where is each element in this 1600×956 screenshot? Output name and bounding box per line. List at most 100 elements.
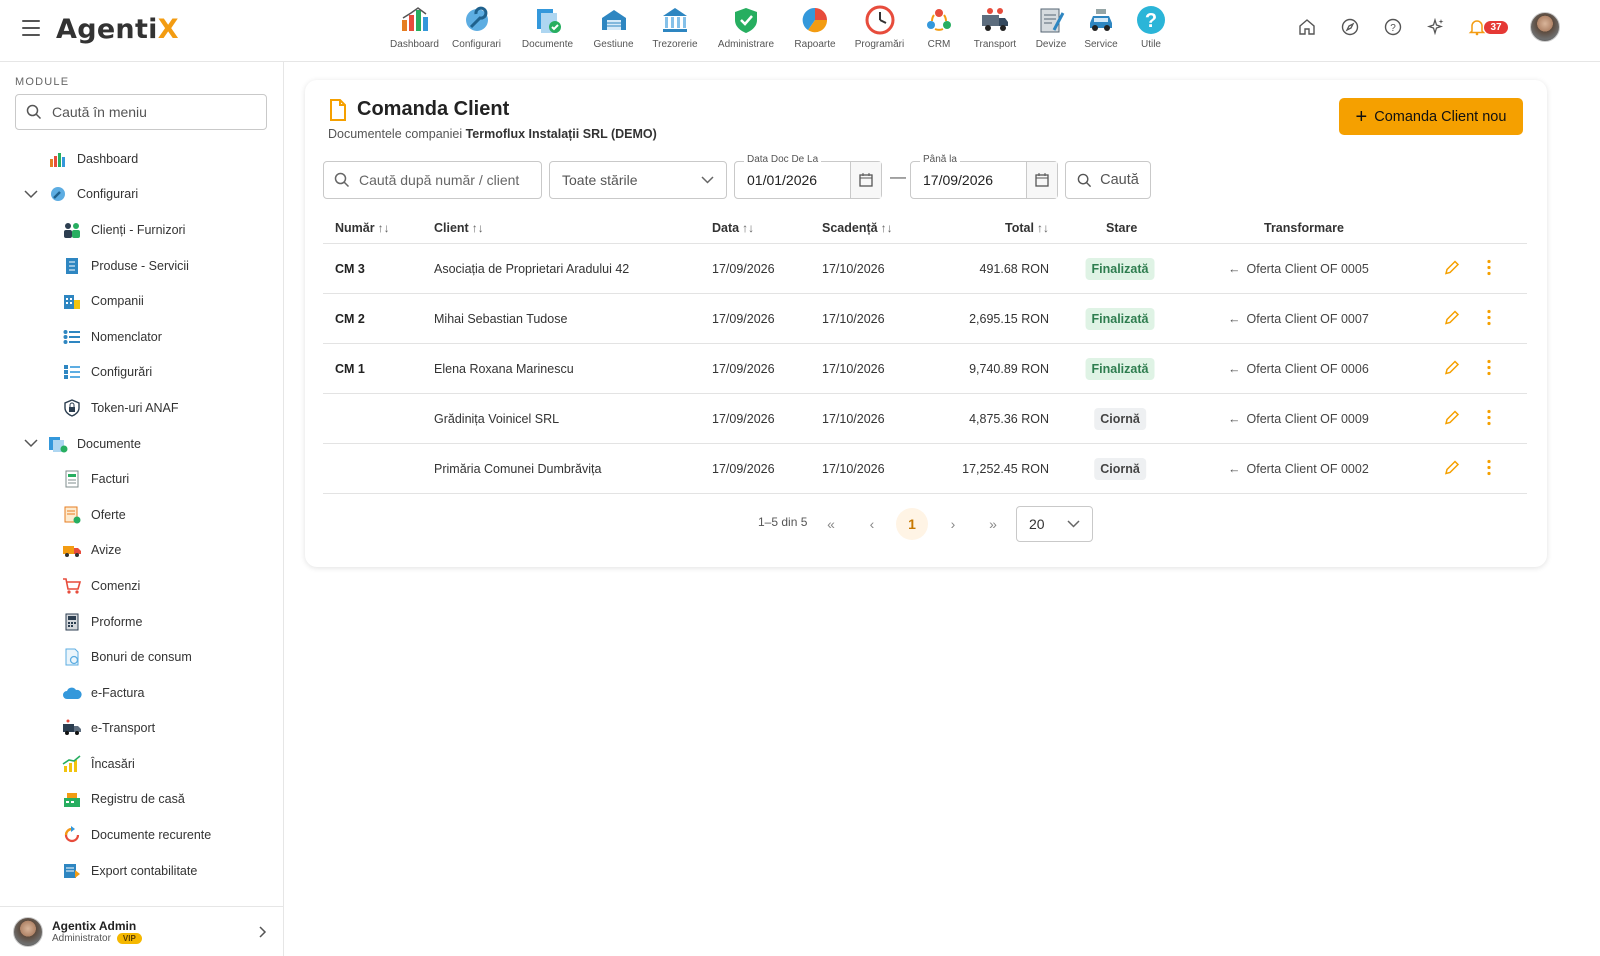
date-from-field[interactable]: Data Doc De La 01/01/2026 [734,154,882,199]
search-button-label: Caută [1100,172,1139,188]
nav-devize[interactable]: Devize [1027,4,1075,60]
sidebar-item-export-contabilitate[interactable]: Export contabilitate [0,853,284,889]
table-row[interactable]: CM 2 Mihai Sebastian Tudose 17/09/2026 17/1… [323,294,1527,344]
chevron-right-icon[interactable] [259,925,267,943]
table-row[interactable]: CM 3 Asociația de Proprietari Aradului 42… [323,244,1527,294]
col-client[interactable]: Client ↑↓ [434,221,484,235]
user-avatar-button[interactable] [1530,12,1560,42]
home-icon[interactable] [1292,12,1322,42]
edit-pencil-icon[interactable] [1444,459,1460,478]
row-transform-link[interactable]: ← Oferta Client OF 0009 [1228,412,1369,426]
sidebar-item-produse-servicii[interactable]: Produse - Servicii [0,248,284,284]
sidebar-item-proforme[interactable]: Proforme [0,604,284,640]
more-vertical-icon[interactable] [1487,309,1491,328]
col-number[interactable]: Număr ↑↓ [335,221,390,235]
nav-configurari[interactable]: Configurari [441,4,512,60]
status-select[interactable]: Toate stările [549,161,727,199]
nav-crm[interactable]: CRM [915,4,963,60]
sidebar-item-registru-de-casa[interactable]: Registru de casă [0,782,284,818]
table-row[interactable]: Grădinița Voinicel SRL 17/09/2026 17/10/20… [323,394,1527,444]
row-transform-link[interactable]: ← Oferta Client OF 0005 [1228,262,1369,276]
sidebar-item-comenzi[interactable]: Comenzi [0,568,284,604]
prev-page-icon[interactable]: ‹ [856,508,888,540]
next-page-icon[interactable]: › [937,508,969,540]
hamburger-menu-icon[interactable] [22,20,40,36]
sidebar-item-documente-recurente[interactable]: Documente recurente [0,817,284,853]
table-row[interactable]: Primăria Comunei Dumbrăvița 17/09/2026 17/… [323,444,1527,494]
calendar-icon[interactable] [1026,162,1057,198]
first-page-icon[interactable]: « [815,508,847,540]
nav-dashboard[interactable]: Dashboard [388,4,441,60]
nav-utile[interactable]: ? Utile [1127,4,1175,60]
notifications-button[interactable]: 37 [1464,12,1512,42]
nav-programari[interactable]: Programări [844,4,915,60]
notification-badge: 37 [1484,20,1508,34]
order-search-input[interactable] [359,172,529,188]
sidebar-item-avize[interactable]: Avize [0,533,284,569]
sidebar-item-oferte[interactable]: Oferte [0,497,284,533]
sidebar-item-e-transport[interactable]: e-Transport [0,711,284,747]
nav-administrare[interactable]: Administrare [706,4,786,60]
edit-pencil-icon[interactable] [1444,309,1460,328]
subtitle-prefix: Documentele companiei [328,127,466,141]
sidebar-item-facturi[interactable]: Facturi [0,461,284,497]
nav-service[interactable]: Service [1075,4,1127,60]
clock-icon [864,4,896,36]
sidebar-item-e-factura[interactable]: e-Factura [0,675,284,711]
edit-pencil-icon[interactable] [1444,359,1460,378]
sidebar-user-profile[interactable]: Agentix Admin Administrator VIP [0,906,284,956]
sidebar-search-input[interactable] [52,104,252,120]
col-transform: Transformare [1264,220,1344,235]
edit-pencil-icon[interactable] [1444,259,1460,278]
row-number: CM 1 [335,361,365,376]
nav-gestiune[interactable]: Gestiune [583,4,644,60]
sidebar-search[interactable] [15,94,267,130]
sidebar-item-bonuri-de-consum[interactable]: Bonuri de consum [0,639,284,675]
sidebar-item-configurari-sub[interactable]: Configurări [0,355,284,391]
new-client-order-button[interactable]: + Comanda Client nou [1339,98,1523,135]
search-button[interactable]: Caută [1065,161,1151,199]
table-row[interactable]: CM 1 Elena Roxana Marinescu 17/09/2026 17/1… [323,344,1527,394]
sidebar-item-companii[interactable]: Companii [0,283,284,319]
last-page-icon[interactable]: » [977,508,1009,540]
row-transform-link[interactable]: ← Oferta Client OF 0006 [1228,362,1369,376]
page-size-select[interactable]: 20 [1016,506,1093,542]
nav-rapoarte[interactable]: Rapoarte [786,4,844,60]
arrow-left-icon: ← [1228,311,1241,326]
transform-label: Oferta Client OF 0007 [1246,311,1369,326]
nav-documente[interactable]: Documente [512,4,583,60]
edit-pencil-icon[interactable] [1444,409,1460,428]
date-to-field[interactable]: Până la 17/09/2026 [910,154,1058,199]
row-client: Grădinița Voinicel SRL [434,411,560,426]
calendar-icon[interactable] [850,162,881,198]
nav-trezorerie[interactable]: Trezorerie [644,4,706,60]
page-number-current[interactable]: 1 [896,508,928,540]
row-total: 17,252.45 RON [962,461,1049,476]
compass-icon[interactable] [1335,12,1365,42]
help-circle-icon[interactable]: ? [1378,12,1408,42]
sidebar-item-nomenclator[interactable]: Nomenclator [0,319,284,355]
app-logo[interactable]: AgentiX [56,14,179,45]
row-transform-link[interactable]: ← Oferta Client OF 0002 [1228,462,1369,476]
nav-transport[interactable]: Transport [963,4,1027,60]
sidebar-item-configurari[interactable]: Configurari [0,177,284,213]
more-vertical-icon[interactable] [1487,409,1491,428]
pagination-info: 1–5 din 5 [758,515,808,529]
row-transform-link[interactable]: ← Oferta Client OF 0007 [1228,312,1369,326]
sidebar-item-clienti-furnizori[interactable]: Clienți - Furnizori [0,212,284,248]
more-vertical-icon[interactable] [1487,259,1491,278]
sidebar-item-documente[interactable]: Documente [0,426,284,462]
more-vertical-icon[interactable] [1487,359,1491,378]
page-size-value: 20 [1029,516,1045,532]
order-search[interactable] [323,161,542,199]
more-vertical-icon[interactable] [1487,459,1491,478]
sparkles-icon[interactable] [1421,12,1451,42]
col-date[interactable]: Data ↑↓ [712,221,754,235]
row-client: Elena Roxana Marinescu [434,361,574,376]
sidebar-item-incasari[interactable]: Încasări [0,746,284,782]
col-total[interactable]: Total ↑↓ [1005,221,1049,235]
sidebar-item-dashboard[interactable]: Dashboard [0,141,284,177]
col-due[interactable]: Scadență ↑↓ [822,221,893,235]
sidebar-item-token-uri-anaf[interactable]: Token-uri ANAF [0,390,284,426]
chevron-down-icon [701,176,714,184]
